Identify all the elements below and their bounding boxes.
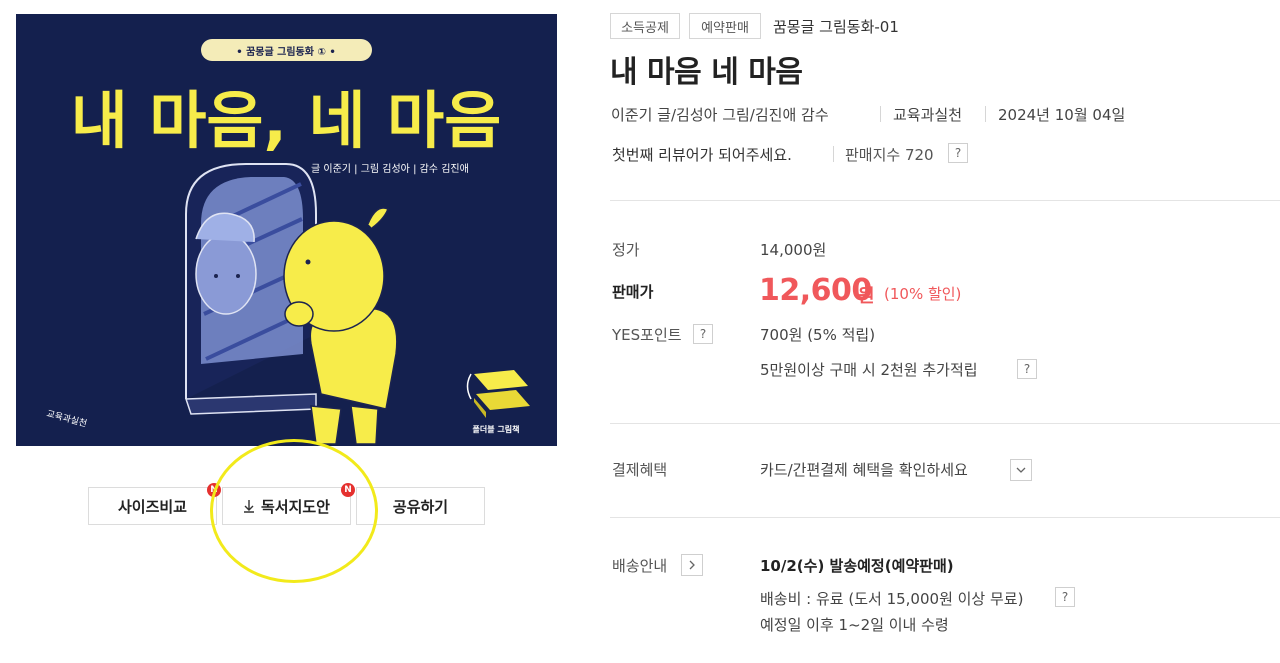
reading-guide-download-button[interactable]: 독서지도안 N — [222, 483, 355, 525]
list-price-label: 정가 — [612, 241, 640, 259]
shipping-info-label: 배송안내 — [612, 557, 668, 575]
payment-benefit-label: 결제혜택 — [612, 461, 668, 479]
foldable-label: 폴더블 그림책 — [473, 424, 520, 434]
sales-index-help-icon[interactable]: ? — [948, 143, 968, 163]
discount-rate: (10% 할인) — [884, 285, 962, 303]
sales-index: 판매지수 720 — [845, 146, 934, 164]
new-badge: N — [341, 483, 355, 497]
series-link[interactable]: 꿈몽글 그림동화-01 — [773, 16, 899, 37]
publication-date: 2024년 10월 04일 — [998, 106, 1126, 124]
shipping-fee-help-icon[interactable]: ? — [1055, 587, 1075, 607]
section-divider — [610, 200, 1280, 201]
first-review-link[interactable]: 첫번째 리뷰어가 되어주세요. — [612, 144, 792, 165]
shipping-date: 10/2(수) 발송예정(예약판매) — [760, 557, 954, 575]
product-title: 내 마음 네 마음 — [610, 55, 803, 90]
extra-points-text: 5만원이상 구매 시 2천원 추가적립 — [760, 361, 978, 379]
shipping-arrival: 예정일 이후 1~2일 이내 수령 — [760, 616, 949, 634]
cover-series-text: • 꿈몽글 그림동화 ① • — [236, 46, 336, 58]
tag-preorder: 예약판매 — [689, 13, 761, 39]
sale-price-unit: 원 — [858, 286, 875, 307]
divider — [833, 146, 834, 162]
tag-tax-deduction: 소득공제 — [610, 13, 680, 39]
payment-benefit-toggle[interactable] — [1010, 459, 1032, 481]
size-compare-button[interactable]: 사이즈비교 N — [88, 483, 221, 525]
payment-benefit-text: 카드/간편결제 혜택을 확인하세요 — [760, 461, 968, 479]
share-label: 공유하기 — [392, 497, 449, 516]
book-cover-image[interactable]: • 꿈몽글 그림동화 ① • 내 마음, 네 마음 글 이준기 | 그림 김성아… — [16, 14, 557, 446]
section-divider — [610, 517, 1280, 518]
cover-title: 내 마음, 네 마음 — [71, 84, 502, 157]
divider — [880, 106, 881, 122]
yes-points-help-icon[interactable]: ? — [693, 324, 713, 344]
cover-credits: 글 이준기 | 그림 김성아 | 감수 김진애 — [311, 163, 469, 175]
chevron-down-icon — [1016, 467, 1026, 473]
sale-price: 12,600 — [759, 273, 872, 308]
publisher-link[interactable]: 교육과실천 — [893, 104, 962, 125]
divider — [985, 106, 986, 122]
yes-points-value: 700원 (5% 적립) — [760, 326, 876, 344]
chevron-right-icon — [689, 560, 695, 570]
list-price: 14,000원 — [760, 241, 827, 259]
extra-points-help-icon[interactable]: ? — [1017, 359, 1037, 379]
yes-points-label: YES포인트 — [612, 326, 682, 344]
reading-guide-label: 독서지도안 — [260, 497, 330, 516]
section-divider — [610, 423, 1280, 424]
shipping-info-toggle[interactable] — [681, 554, 703, 576]
size-compare-label: 사이즈비교 — [117, 497, 187, 516]
sale-price-label: 판매가 — [612, 283, 654, 301]
authors-link[interactable]: 이준기 글/김성아 그림/김진애 감수 — [611, 104, 829, 125]
download-icon — [243, 499, 255, 513]
new-badge: N — [207, 483, 221, 497]
shipping-fee: 배송비 : 유료 (도서 15,000원 이상 무료) — [760, 590, 1024, 608]
cover-illustration: • 꿈몽글 그림동화 ① • 내 마음, 네 마음 글 이준기 | 그림 김성아… — [16, 14, 557, 446]
share-button[interactable]: 공유하기 — [356, 487, 485, 525]
